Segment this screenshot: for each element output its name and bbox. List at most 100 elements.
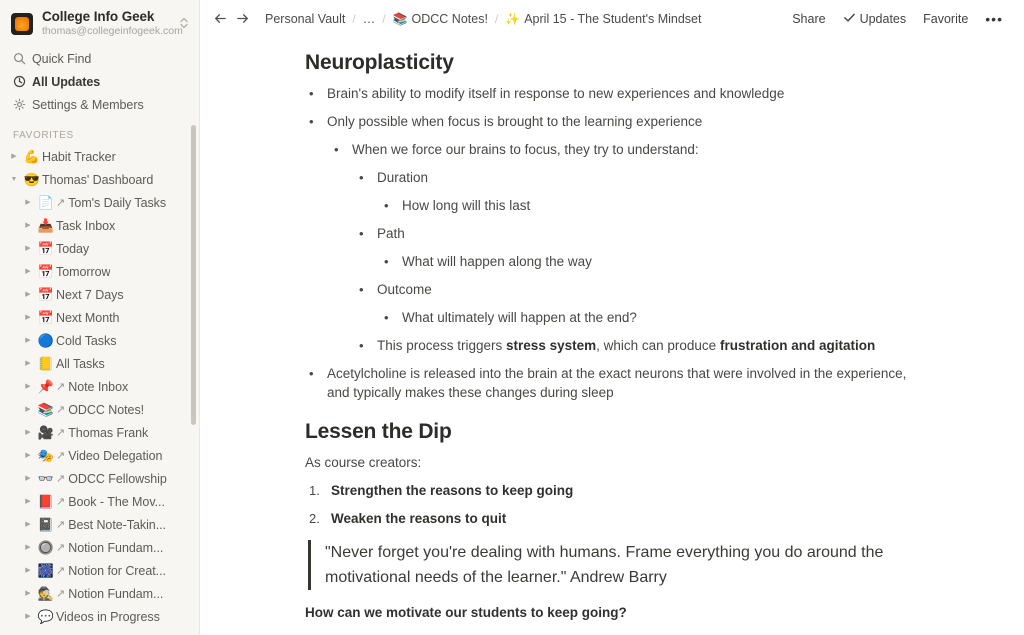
chevron-right-icon[interactable]: ▶ [20, 352, 36, 375]
bullet-text: When we force our brains to focus, they … [352, 142, 699, 157]
list-number: 1. [309, 483, 320, 498]
sidebar-favorite-item[interactable]: ▶ 📥 Task Inbox [0, 214, 200, 237]
more-dots-icon: ••• [985, 10, 1003, 27]
chevron-right-icon[interactable]: ▶ [20, 329, 36, 352]
bullet-marker: • [309, 366, 314, 381]
chevron-right-icon[interactable]: ▶ [20, 398, 36, 421]
chevron-right-icon[interactable]: ▶ [20, 536, 36, 559]
chevron-right-icon[interactable]: ▶ [20, 421, 36, 444]
bullet-item[interactable]: • Duration [355, 168, 930, 187]
chevron-right-icon[interactable]: ▶ [20, 467, 36, 490]
chevron-right-icon[interactable]: ▶ [20, 490, 36, 513]
sidebar-favorite-item[interactable]: ▶ 🔵 Cold Tasks [0, 329, 200, 352]
link-arrow-icon: ↗ [56, 427, 66, 439]
sidebar-favorite-item[interactable]: ▶ 📅 Next 7 Days [0, 283, 200, 306]
workspace-switcher[interactable]: College Info Geek thomas@collegeinfogeek… [0, 0, 200, 44]
bullet-item[interactable]: • What ultimately will happen at the end? [380, 308, 930, 327]
chevron-right-icon[interactable]: ▶ [20, 214, 36, 237]
chevron-updown-icon[interactable] [176, 13, 192, 35]
chevron-right-icon[interactable]: ▶ [20, 582, 36, 605]
sidebar-item-quick-find[interactable]: Quick Find [0, 47, 200, 70]
sidebar-favorite-item[interactable]: ▶ 📓 ↗ Best Note-Takin... [0, 513, 200, 536]
sidebar-favorite-item[interactable]: ▶ 📅 Next Month [0, 306, 200, 329]
chevron-right-icon[interactable]: ▶ [20, 444, 36, 467]
chevron-right-icon[interactable]: ▶ [20, 605, 36, 628]
favorite-label: Favorite [923, 11, 969, 26]
breadcrumb-item[interactable]: … [360, 10, 379, 28]
favorite-emoji-icon: 📅 [37, 287, 55, 302]
sidebar-favorite-item[interactable]: ▶ 📌 ↗ Note Inbox [0, 375, 200, 398]
chevron-right-icon[interactable]: ▶ [20, 260, 36, 283]
sidebar-favorite-item[interactable]: ▶ 🎆 ↗ Notion for Creat... [0, 559, 200, 582]
bullet-item[interactable]: • When we force our brains to focus, they… [330, 140, 930, 159]
chevron-right-icon[interactable]: ▶ [20, 559, 36, 582]
bullet-text: What ultimately will happen at the end? [402, 310, 637, 325]
favorite-item-label: Task Inbox [56, 218, 116, 233]
sidebar-favorite-item[interactable]: ▶ 📒 All Tasks [0, 352, 200, 375]
sidebar-favorite-item[interactable]: ▶ 📅 Today [0, 237, 200, 260]
sidebar-favorite-item[interactable]: ▼ 😎 Thomas' Dashboard [0, 168, 200, 191]
sidebar-favorite-item[interactable]: ▶ 💪 Habit Tracker [0, 145, 200, 168]
chevron-right-icon[interactable]: ▶ [20, 375, 36, 398]
bullet-item[interactable]: • Outcome [355, 280, 930, 299]
quote-block[interactable]: "Never forget you're dealing with humans… [308, 540, 930, 590]
arrow-right-icon[interactable] [232, 9, 252, 29]
chevron-right-icon[interactable]: ▶ [6, 145, 22, 168]
chevron-right-icon[interactable]: ▶ [20, 306, 36, 329]
bullet-text: Outcome [377, 282, 432, 297]
favorite-item-label: Habit Tracker [42, 149, 116, 164]
bullet-item[interactable]: • This process triggers stress system, wh… [355, 336, 930, 355]
sidebar-item-settings-members[interactable]: Settings & Members [0, 93, 200, 116]
closing-question[interactable]: How can we motivate our students to keep… [305, 603, 930, 622]
section-heading-lessen-the-dip: Lessen the Dip [305, 420, 452, 443]
lead-paragraph[interactable]: As course creators: [305, 453, 930, 472]
chevron-right-icon[interactable]: ▶ [20, 283, 36, 306]
arrow-left-icon[interactable] [210, 9, 230, 29]
numbered-text: Strengthen the reasons to keep going [331, 483, 574, 498]
breadcrumb-item[interactable]: Personal Vault [262, 10, 348, 28]
link-arrow-icon: ↗ [56, 565, 66, 577]
bullet-item[interactable]: • Acetylcholine is released into the brai… [305, 364, 930, 402]
sidebar-favorite-item[interactable]: ▶ 🎥 ↗ Thomas Frank [0, 421, 200, 444]
link-arrow-icon: ↗ [56, 381, 66, 393]
sidebar-favorite-item[interactable]: ▶ 📚 ↗ ODCC Notes! [0, 398, 200, 421]
top-bar: Personal Vault /… / 📚 ODCC Notes! / ✨ April 15 … [200, 0, 1024, 37]
favorite-item-label: ODCC Fellowship [68, 471, 167, 486]
chevron-right-icon[interactable]: ▶ [20, 191, 36, 214]
numbered-item[interactable]: 1. Strengthen the reasons to keep going [305, 481, 930, 500]
sidebar-favorite-item[interactable]: ▶ 🕵️ ↗ Notion Fundam... [0, 582, 200, 605]
bullet-item[interactable]: • Brain's ability to modify itself in res… [305, 84, 930, 103]
favorite-item-label: Thomas Frank [68, 425, 149, 440]
bullet-item[interactable]: • How long will this last [380, 196, 930, 215]
breadcrumb-item[interactable]: ✨ April 15 - The Student's Mindset [502, 10, 704, 28]
favorite-item-label: Notion Fundam... [68, 586, 164, 601]
sidebar-favorite-item[interactable]: ▶ 📄 ↗ Tom's Daily Tasks [0, 191, 200, 214]
share-button[interactable]: Share [785, 8, 832, 30]
sidebar-item-all-updates[interactable]: All Updates [0, 70, 200, 93]
breadcrumb-label: ODCC Notes! [411, 11, 488, 26]
sidebar-favorite-item[interactable]: ▶ 📅 Tomorrow [0, 260, 200, 283]
bullet-item[interactable]: • Only possible when focus is brought to … [305, 112, 930, 131]
sidebar-favorite-item[interactable]: ▶ 📕 ↗ Book - The Mov... [0, 490, 200, 513]
chevron-down-icon[interactable]: ▼ [6, 168, 22, 191]
breadcrumb-separator: / [352, 11, 356, 26]
favorite-emoji-icon: 📥 [37, 218, 55, 233]
breadcrumb-emoji-icon: 📚 [392, 11, 408, 26]
breadcrumb-item[interactable]: 📚 ODCC Notes! [390, 10, 491, 28]
chevron-right-icon[interactable]: ▶ [20, 513, 36, 536]
document-page: Neuroplasticity • Brain's ability to modi… [200, 37, 1024, 635]
bullet-item[interactable]: • Path [355, 224, 930, 243]
updates-button[interactable]: Updates [836, 7, 914, 31]
numbered-item[interactable]: 2. Weaken the reasons to quit [305, 509, 930, 528]
favorite-item-label: Next Month [56, 310, 120, 325]
favorite-button[interactable]: Favorite [916, 8, 975, 30]
sidebar-favorite-item[interactable]: ▶ 🔘 ↗ Notion Fundam... [0, 536, 200, 559]
favorite-emoji-icon: 📅 [37, 241, 55, 256]
sidebar-favorite-item[interactable]: ▶ 👓 ↗ ODCC Fellowship [0, 467, 200, 490]
bullet-item[interactable]: • What will happen along the way [380, 252, 930, 271]
sidebar-scrollbar[interactable] [191, 125, 196, 425]
more-options-button[interactable]: ••• [978, 10, 1010, 28]
sidebar-favorite-item[interactable]: ▶ 💬 Videos in Progress [0, 605, 200, 628]
chevron-right-icon[interactable]: ▶ [20, 237, 36, 260]
sidebar-favorite-item[interactable]: ▶ 🎭 ↗ Video Delegation [0, 444, 200, 467]
